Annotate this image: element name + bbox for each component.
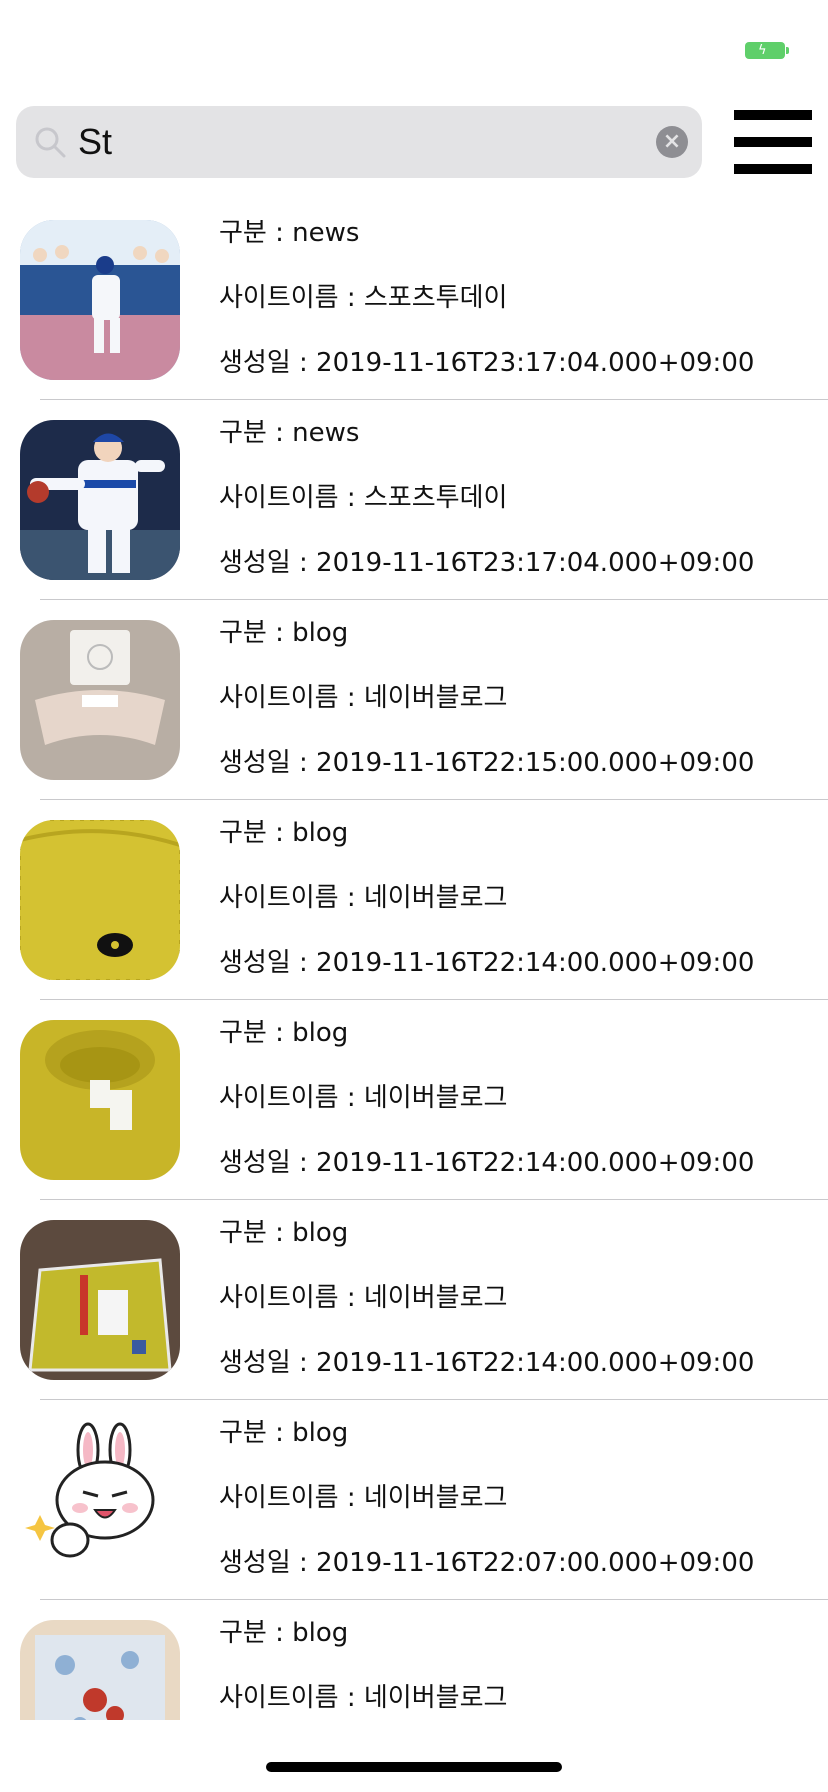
item-category: 구분 : blog xyxy=(219,1218,349,1248)
list-item[interactable]: 구분 : blog 사이트이름 : 네이버블로그 생성일 : 2019-11-1… xyxy=(0,600,828,800)
item-site-name: 사이트이름 : 네이버블로그 xyxy=(219,1483,508,1513)
item-category: 구분 : blog xyxy=(219,1618,349,1648)
item-site-name: 사이트이름 : 네이버블로그 xyxy=(219,683,508,713)
item-category: 구분 : news xyxy=(219,218,360,248)
list-item[interactable]: 구분 : blog 사이트이름 : 네이버블로그 생성일 : 2019-11-1… xyxy=(0,800,828,1000)
hamburger-menu-icon[interactable] xyxy=(734,110,812,174)
list-item[interactable]: 구분 : news 사이트이름 : 스포츠투데이 생성일 : 2019-11-1… xyxy=(0,200,828,400)
item-site-name: 사이트이름 : 네이버블로그 xyxy=(219,1683,508,1713)
item-category: 구분 : blog xyxy=(219,1418,349,1448)
thumbnail-image xyxy=(20,420,180,580)
home-indicator[interactable] xyxy=(266,1762,562,1772)
item-site-name: 사이트이름 : 스포츠투데이 xyxy=(219,483,508,513)
list-item[interactable]: 구분 : news 사이트이름 : 스포츠투데이 생성일 : 2019-11-1… xyxy=(0,400,828,600)
list-item[interactable]: 구분 : blog 사이트이름 : 네이버블로그 xyxy=(0,1600,828,1720)
item-category: 구분 : news xyxy=(219,418,360,448)
magnifier-icon xyxy=(35,127,66,158)
list-item[interactable]: 구분 : blog 사이트이름 : 네이버블로그 생성일 : 2019-11-1… xyxy=(0,1000,828,1200)
thumbnail-image xyxy=(20,620,180,780)
thumbnail-image xyxy=(20,820,180,980)
thumbnail-image xyxy=(20,1420,180,1580)
item-site-name: 사이트이름 : 네이버블로그 xyxy=(219,883,508,913)
search-bar[interactable]: × xyxy=(16,106,702,178)
thumbnail-image xyxy=(20,1020,180,1180)
list-item[interactable]: 구분 : blog 사이트이름 : 네이버블로그 생성일 : 2019-11-1… xyxy=(0,1200,828,1400)
status-bar: ϟ xyxy=(0,0,828,90)
thumbnail-image xyxy=(20,220,180,380)
item-site-name: 사이트이름 : 스포츠투데이 xyxy=(219,283,508,313)
item-category: 구분 : blog xyxy=(219,818,349,848)
list-item[interactable]: 구분 : blog 사이트이름 : 네이버블로그 생성일 : 2019-11-1… xyxy=(0,1400,828,1600)
battery-charging-icon: ϟ xyxy=(745,42,789,59)
clear-x-icon: × xyxy=(662,129,682,154)
thumbnail-image xyxy=(20,1620,180,1720)
search-input[interactable] xyxy=(78,116,638,168)
item-site-name: 사이트이름 : 네이버블로그 xyxy=(219,1283,508,1313)
results-list[interactable]: 구분 : news 사이트이름 : 스포츠투데이 생성일 : 2019-11-1… xyxy=(0,200,828,1720)
item-site-name: 사이트이름 : 네이버블로그 xyxy=(219,1083,508,1113)
thumbnail-image xyxy=(20,1220,180,1380)
item-category: 구분 : blog xyxy=(219,618,349,648)
bolt-icon: ϟ xyxy=(758,43,767,58)
clear-search-button[interactable]: × xyxy=(656,126,688,158)
item-category: 구분 : blog xyxy=(219,1018,349,1048)
